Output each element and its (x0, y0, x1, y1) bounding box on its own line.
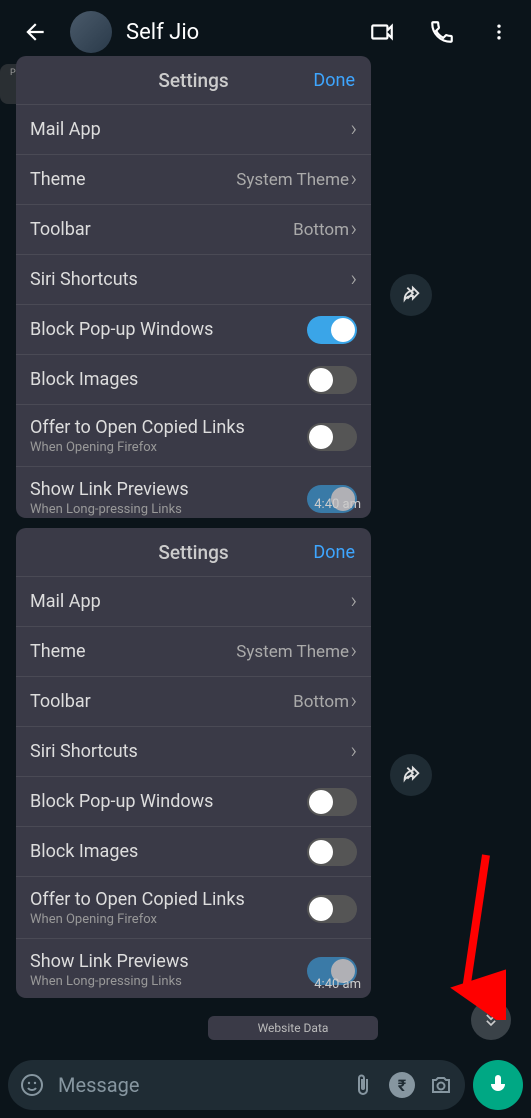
forward-icon (400, 764, 422, 786)
settings-title: Settings (158, 69, 228, 92)
message-time: 4:40 am (314, 497, 361, 512)
voice-message-button[interactable] (473, 1060, 523, 1110)
chevron-right-icon: › (350, 589, 357, 614)
settings-header: Settings Done (16, 528, 371, 576)
message-bubble[interactable]: Settings Done Mail App› ThemeSystem Them… (16, 56, 371, 518)
chevron-right-icon: › (350, 217, 357, 242)
attach-icon[interactable] (351, 1073, 375, 1097)
settings-row-theme: ThemeSystem Theme› (16, 154, 371, 204)
settings-row-mail: Mail App› (16, 576, 371, 626)
message-input[interactable]: Message ₹ (8, 1060, 465, 1110)
voice-call-icon[interactable] (429, 19, 455, 45)
settings-row-images: Block Images (16, 354, 371, 404)
chevron-right-icon: › (350, 167, 357, 192)
settings-row-siri: Siri Shortcuts› (16, 254, 371, 304)
forward-button[interactable] (390, 274, 432, 316)
settings-row-copied: Offer to Open Copied LinksWhen Opening F… (16, 404, 371, 466)
settings-row-siri: Siri Shortcuts› (16, 726, 371, 776)
toggle-on-icon (307, 316, 357, 344)
settings-row-mail: Mail App› (16, 104, 371, 154)
done-button: Done (313, 70, 355, 91)
message-input-bar: Message ₹ (8, 1058, 523, 1112)
video-call-icon[interactable] (369, 19, 395, 45)
chevron-right-icon: › (350, 689, 357, 714)
toggle-off-icon (307, 788, 357, 816)
toggle-off-icon (307, 838, 357, 866)
contact-name[interactable]: Self Jio (126, 20, 347, 45)
website-data-row: Website Data (208, 1016, 378, 1040)
emoji-icon[interactable] (20, 1073, 44, 1097)
avatar[interactable] (70, 11, 112, 53)
settings-header: Settings Done (16, 56, 371, 104)
done-button: Done (313, 542, 355, 563)
message-time: 4:40 am (314, 977, 361, 992)
chevron-right-icon: › (350, 639, 357, 664)
chevron-right-icon: › (350, 739, 357, 764)
payment-icon[interactable]: ₹ (389, 1072, 415, 1098)
toggle-off-icon (307, 895, 357, 923)
forward-button[interactable] (390, 754, 432, 796)
scroll-to-bottom-button[interactable] (471, 1000, 511, 1040)
settings-row-toolbar: ToolbarBottom› (16, 676, 371, 726)
settings-row-toolbar: ToolbarBottom› (16, 204, 371, 254)
chevron-double-down-icon (481, 1010, 501, 1030)
settings-row-popup: Block Pop-up Windows (16, 776, 371, 826)
settings-row-popup: Block Pop-up Windows (16, 304, 371, 354)
camera-icon[interactable] (429, 1073, 453, 1097)
settings-row-theme: ThemeSystem Theme› (16, 626, 371, 676)
settings-row-images: Block Images (16, 826, 371, 876)
settings-title: Settings (158, 541, 228, 564)
forward-icon (400, 284, 422, 306)
mic-icon (486, 1073, 510, 1097)
back-icon[interactable] (22, 19, 48, 45)
toggle-off-icon (307, 423, 357, 451)
message-bubble[interactable]: Settings Done Mail App› ThemeSystem Them… (16, 528, 371, 998)
chevron-right-icon: › (350, 267, 357, 292)
toggle-off-icon (307, 366, 357, 394)
settings-row-copied: Offer to Open Copied LinksWhen Opening F… (16, 876, 371, 938)
chat-area[interactable]: Settings Done Mail App› ThemeSystem Them… (0, 64, 531, 1052)
more-icon[interactable] (489, 19, 509, 45)
chat-header: Self Jio (0, 0, 531, 64)
chevron-right-icon: › (350, 117, 357, 142)
message-placeholder: Message (58, 1073, 337, 1097)
